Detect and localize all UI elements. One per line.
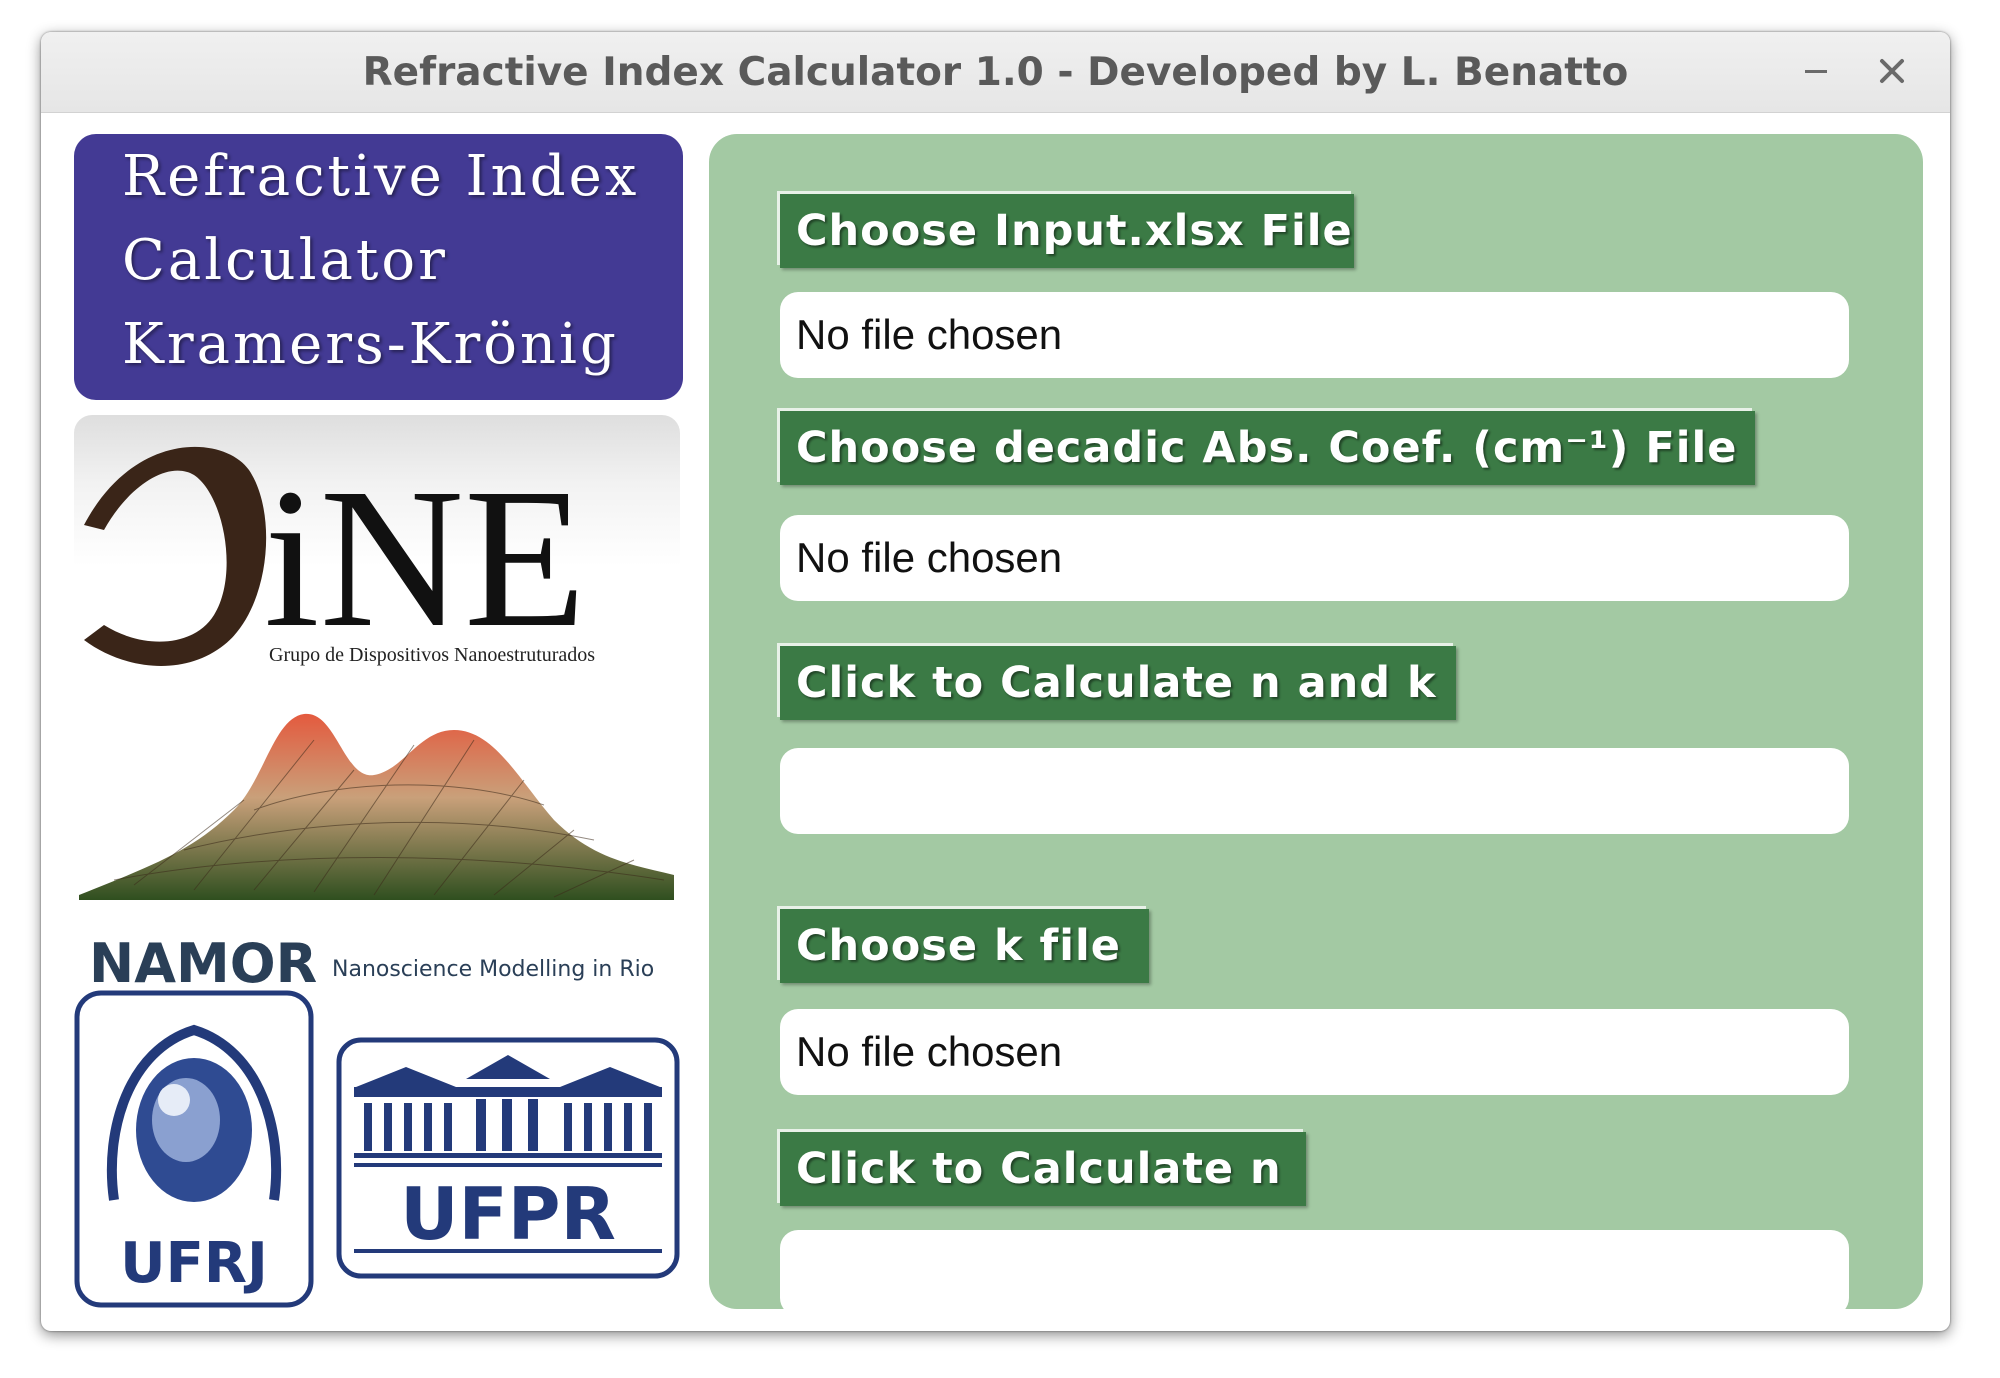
namor-wordmark: NAMOR [89, 932, 317, 995]
abs-coef-file-status: No file chosen [780, 515, 1849, 601]
ufpr-logo: UFPR [336, 1037, 680, 1279]
k-file-status: No file chosen [780, 1009, 1849, 1095]
app-header-card: Refractive Index Calculator Kramers-Krön… [74, 134, 683, 400]
window-title: Refractive Index Calculator 1.0 - Develo… [362, 50, 1629, 95]
ufrj-wordmark: UFRJ [120, 1231, 268, 1296]
choose-abs-coef-file-button[interactable]: Choose decadic Abs. Coef. (cm⁻¹) File [780, 411, 1755, 485]
minimize-icon[interactable] [1791, 46, 1841, 96]
gdne-tagline: Grupo de Dispositivos Nanoestruturados [269, 644, 595, 666]
calculate-n-output [780, 1230, 1849, 1316]
header-line-2: Calculator [122, 228, 448, 293]
header-line-3: Kramers-Krönig [122, 312, 619, 377]
choose-input-file-button[interactable]: Choose Input.xlsx File [780, 194, 1354, 268]
ufpr-wordmark: UFPR [400, 1172, 616, 1256]
namor-logo: NAMOR Nanoscience Modelling in Rio [79, 713, 674, 995]
header-line-1: Refractive Index [122, 144, 640, 209]
gdne-logo: iNE Grupo de Dispositivos Nanoestruturad… [74, 415, 680, 690]
app-window: Refractive Index Calculator 1.0 - Develo… [41, 32, 1950, 1331]
ufrj-logo: UFRJ [74, 990, 314, 1308]
namor-tagline: Nanoscience Modelling in Rio [332, 957, 654, 982]
calculate-n-button[interactable]: Click to Calculate n [780, 1132, 1306, 1206]
title-bar[interactable]: Refractive Index Calculator 1.0 - Develo… [41, 32, 1950, 113]
file-controls-panel: Choose Input.xlsx File No file chosen Ch… [709, 134, 1923, 1316]
gdne-wordmark: iNE [264, 448, 586, 669]
input-file-status: No file chosen [780, 292, 1849, 378]
calculate-n-and-k-button[interactable]: Click to Calculate n and k [780, 646, 1456, 720]
calculate-n-and-k-output [780, 748, 1849, 834]
choose-k-file-button[interactable]: Choose k file [780, 909, 1149, 983]
close-icon[interactable] [1867, 46, 1917, 96]
